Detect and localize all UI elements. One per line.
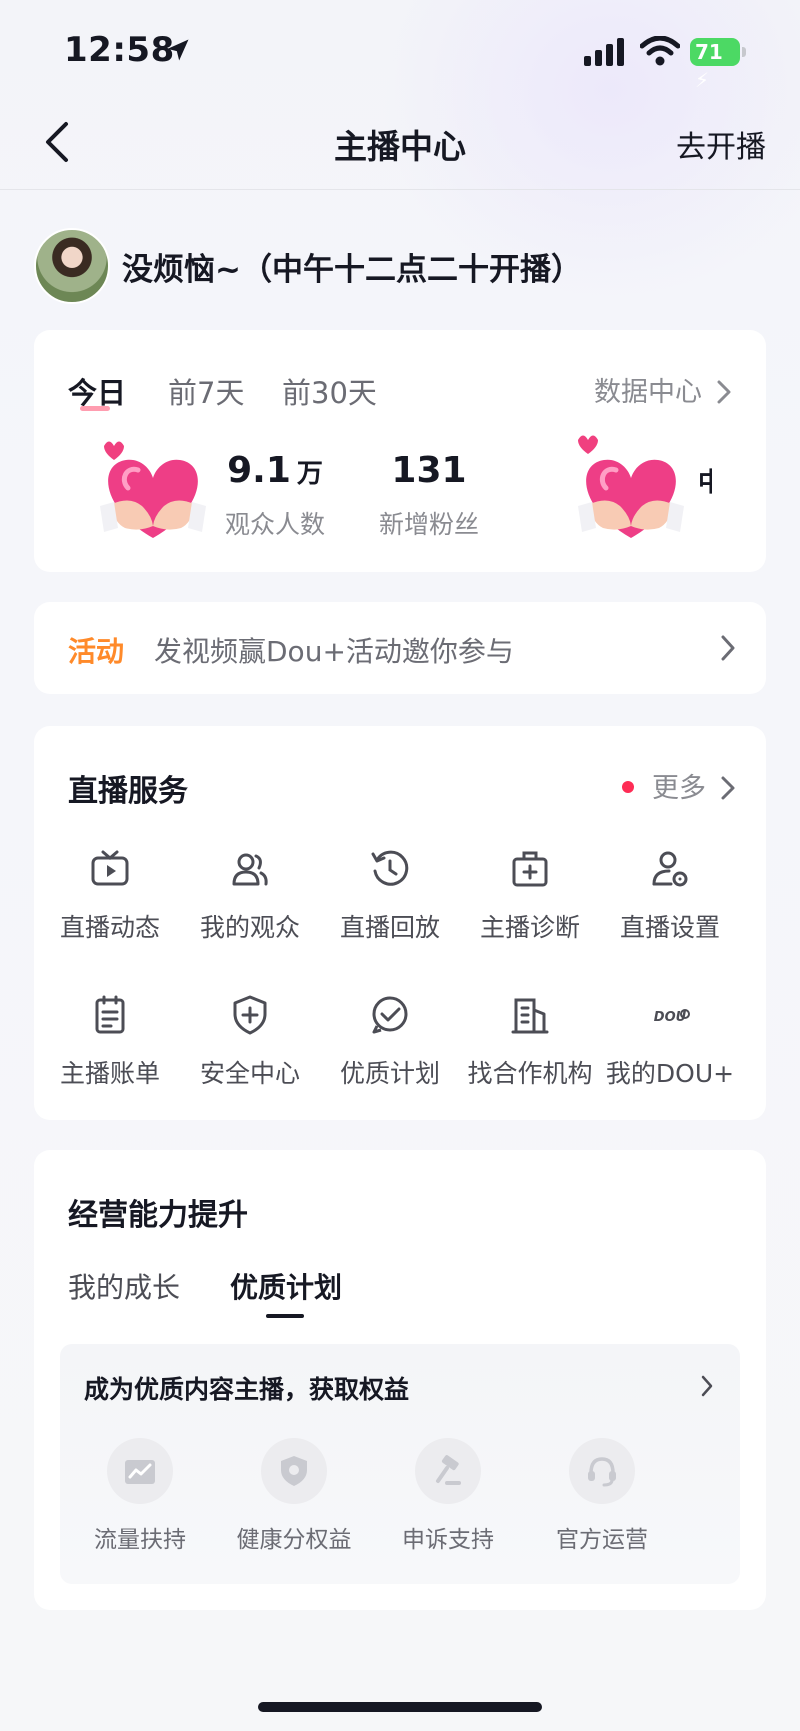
wifi-icon xyxy=(640,36,680,66)
clipped-stat-glyph: 中 xyxy=(698,468,712,498)
go-live-button[interactable]: 去开播 xyxy=(676,122,766,166)
chevron-right-icon xyxy=(721,635,735,661)
chevron-right-icon xyxy=(721,776,735,800)
tab-quality-plan-underline xyxy=(266,1314,304,1318)
stat-viewers-label: 观众人数 xyxy=(224,510,325,539)
service-label: 我的DOU+ xyxy=(605,1059,735,1088)
stat-new-followers-value: 131 xyxy=(391,450,467,491)
shield-plus-icon xyxy=(233,995,267,1035)
activity-banner[interactable]: 活动 发视频赢Dou+活动邀你参与 xyxy=(34,602,766,694)
benefit-label: 官方运营 xyxy=(556,1527,648,1553)
data-overview-card: 今日 前7天 前30天 数据中心 9.1 万 观众人数 131 新增粉丝 中 xyxy=(34,330,766,572)
stat-new-followers[interactable]: 131 新增粉丝 xyxy=(354,450,504,541)
service-label: 找合作机构 xyxy=(467,1059,593,1088)
service-live-settings[interactable]: 直播设置 xyxy=(600,848,740,958)
service-live-feed[interactable]: 直播动态 xyxy=(40,848,180,958)
benefit-icon-circle xyxy=(107,1438,173,1504)
building-icon xyxy=(511,998,549,1034)
service-label: 直播设置 xyxy=(619,913,720,942)
benefit-icon-circle xyxy=(569,1438,635,1504)
quality-plan-banner[interactable]: 成为优质内容主播，获取权益 xyxy=(84,1370,409,1406)
service-anchor-diagnosis[interactable]: 主播诊断 xyxy=(460,848,600,958)
service-find-agency[interactable]: 找合作机构 xyxy=(460,994,600,1104)
profile-row[interactable]: 没烦恼~（中午十二点二十开播） xyxy=(34,226,766,306)
benefit-health-score[interactable]: 健康分权益 xyxy=(214,1438,374,1554)
avatar[interactable] xyxy=(34,228,110,304)
benefit-label: 流量扶持 xyxy=(94,1527,186,1553)
more-button[interactable]: 更多 xyxy=(622,766,736,805)
chevron-right-icon[interactable] xyxy=(700,1374,714,1398)
service-live-replay[interactable]: 直播回放 xyxy=(320,848,460,958)
service-my-audience[interactable]: 我的观众 xyxy=(180,848,320,958)
service-label: 安全中心 xyxy=(199,1059,300,1088)
benefit-icon-circle xyxy=(261,1438,327,1504)
service-quality-plan[interactable]: 优质计划 xyxy=(320,994,460,1104)
service-label: 我的观众 xyxy=(199,913,300,942)
check-circle-icon xyxy=(372,996,408,1034)
tab-30-days[interactable]: 前30天 xyxy=(282,370,377,412)
heart-hands-sticker-left xyxy=(90,430,216,552)
medical-kit-icon xyxy=(512,851,548,887)
heart-hands-sticker-right xyxy=(568,430,694,552)
traffic-chart-icon xyxy=(125,1460,155,1484)
service-label: 主播账单 xyxy=(59,1059,160,1088)
status-bar: 12:58 71 ⚡ xyxy=(0,0,800,100)
gavel-icon xyxy=(436,1455,461,1485)
live-service-title: 直播服务 xyxy=(68,774,188,809)
benefit-official-operations[interactable]: 官方运营 xyxy=(522,1438,682,1554)
status-time: 12:58 xyxy=(64,30,175,70)
activity-tag: 活动 xyxy=(68,635,125,668)
home-indicator[interactable] xyxy=(258,1702,542,1712)
stat-viewers-value: 9.1 万 xyxy=(227,450,323,491)
anchor-center-page: 12:58 71 ⚡ 主播中心 去开播 没烦恼~（中午十二点二十开播） 今日 前… xyxy=(0,0,800,1731)
service-label: 主播诊断 xyxy=(479,913,580,942)
service-label: 直播回放 xyxy=(339,913,440,942)
benefit-appeal-support[interactable]: 申诉支持 xyxy=(368,1438,528,1554)
chevron-right-icon xyxy=(717,380,731,404)
stat-viewers[interactable]: 9.1 万 观众人数 xyxy=(200,450,350,541)
battery-icon: 71 ⚡ xyxy=(690,38,746,92)
replay-clock-icon xyxy=(371,850,409,886)
growth-card: 经营能力提升 我的成长 优质计划 成为优质内容主播，获取权益 流量扶持 健康分权… xyxy=(34,1150,766,1610)
tab-quality-plan[interactable]: 优质计划 xyxy=(230,1266,342,1306)
users-icon xyxy=(232,853,268,886)
tab-today-underline xyxy=(80,406,110,411)
battery-nub xyxy=(742,47,746,57)
more-label: 更多 xyxy=(652,773,706,804)
activity-text: 发视频赢Dou+活动邀你参与 xyxy=(154,635,514,668)
benefit-label: 健康分权益 xyxy=(236,1527,352,1553)
profile-name: 没烦恼~（中午十二点二十开播） xyxy=(122,252,582,288)
service-label: 直播动态 xyxy=(59,913,160,942)
bill-icon xyxy=(95,995,125,1034)
notification-dot xyxy=(622,781,634,793)
battery-level: 71 ⚡ xyxy=(690,38,740,92)
location-arrow-icon xyxy=(167,39,189,61)
service-label: 优质计划 xyxy=(339,1059,440,1088)
tab-my-growth[interactable]: 我的成长 xyxy=(68,1266,180,1306)
data-center-link[interactable]: 数据中心 xyxy=(594,370,732,409)
quality-plan-panel: 成为优质内容主播，获取权益 流量扶持 健康分权益 申诉支持 官方运营 xyxy=(60,1344,740,1584)
live-service-card: 直播服务 更多 直播动态 我的观众 直播回放 主播诊断 直播设置 主播账单 安全… xyxy=(34,726,766,1120)
service-my-dou-plus[interactable]: DOU 我的DOU+ xyxy=(600,994,740,1104)
tv-play-icon xyxy=(91,850,129,886)
headset-icon xyxy=(588,1457,616,1487)
benefit-label: 申诉支持 xyxy=(402,1527,494,1553)
benefit-icon-circle xyxy=(415,1438,481,1504)
shield-icon xyxy=(281,1456,307,1486)
dou-plus-icon: DOU xyxy=(654,1009,690,1025)
service-security-center[interactable]: 安全中心 xyxy=(180,994,320,1104)
user-settings-icon xyxy=(652,851,688,887)
growth-title: 经营能力提升 xyxy=(68,1198,248,1233)
stat-new-followers-label: 新增粉丝 xyxy=(378,510,479,539)
cellular-signal-icon xyxy=(584,38,624,66)
benefit-traffic-support[interactable]: 流量扶持 xyxy=(60,1438,220,1554)
data-center-label: 数据中心 xyxy=(594,377,702,408)
nav-bar: 主播中心 去开播 xyxy=(0,100,800,190)
tab-7-days[interactable]: 前7天 xyxy=(168,370,244,412)
service-anchor-bill[interactable]: 主播账单 xyxy=(40,994,180,1104)
